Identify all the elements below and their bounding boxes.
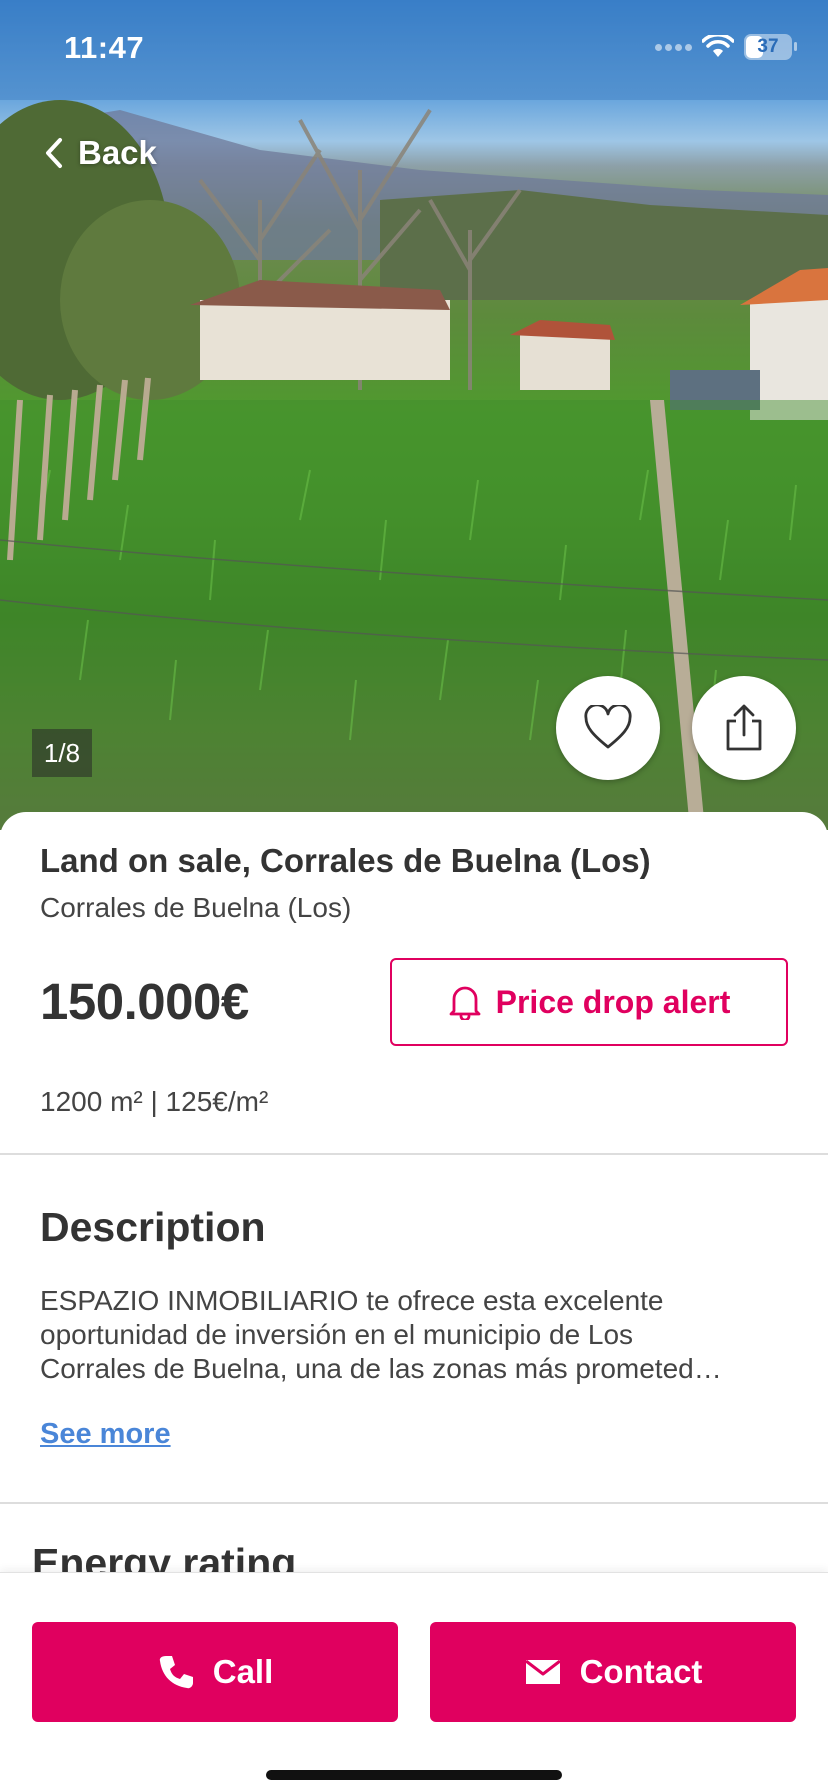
description-heading: Description [40, 1204, 266, 1250]
phone-icon [159, 1656, 193, 1689]
favorite-button[interactable] [556, 676, 660, 780]
price-drop-alert-label: Price drop alert [495, 983, 731, 1020]
call-button[interactable]: Call [32, 1622, 398, 1722]
heart-icon [584, 705, 632, 749]
home-indicator [266, 1770, 562, 1780]
share-button[interactable] [692, 676, 796, 780]
back-label: Back [78, 134, 157, 171]
description-line: ESPAZIO INMOBILIARIO te ofrece esta exce… [40, 1285, 664, 1316]
contact-label: Contact [579, 1653, 703, 1690]
section-divider [0, 1502, 828, 1504]
listing-price: 150.000€ [40, 973, 249, 1030]
chevron-left-icon [46, 138, 62, 168]
listing-title: Land on sale, Corrales de Buelna (Los) [40, 842, 651, 879]
size-and-price-per-m2: 1200 m² | 125€/m² [40, 1086, 269, 1117]
listing-location: Corrales de Buelna (Los) [40, 892, 352, 923]
share-icon [726, 704, 762, 751]
price-drop-alert-button[interactable]: Price drop alert [390, 958, 788, 1046]
bell-icon [449, 986, 481, 1020]
mail-icon [524, 1659, 561, 1684]
status-icons: 37 [655, 34, 797, 60]
description-line: Corrales de Buelna, una de las zonas más… [40, 1353, 722, 1384]
section-divider [0, 1153, 828, 1155]
cellular-signal-icon [655, 43, 692, 51]
photo-counter: 1/8 [32, 729, 92, 777]
contact-button[interactable]: Contact [430, 1622, 796, 1722]
back-button[interactable]: Back [44, 134, 157, 172]
listing-photo[interactable]: 11:47 37 Back 1/8 [0, 0, 828, 830]
description-line: oportunidad de inversión en el municipio… [40, 1319, 634, 1350]
energy-rating-heading: Energy rating [32, 1540, 297, 1572]
battery-icon: 37 [744, 34, 797, 60]
see-more-link[interactable]: See more [40, 1418, 171, 1451]
listing-details: Land on sale, Corrales de Buelna (Los) C… [0, 812, 828, 1572]
bottom-action-bar: Call Contact [0, 1572, 828, 1792]
battery-level: 37 [757, 36, 779, 57]
call-label: Call [212, 1653, 274, 1690]
description-text: ESPAZIO INMOBILIARIO te ofrece esta exce… [40, 1284, 792, 1386]
status-bar: 11:47 37 [0, 0, 828, 100]
wifi-icon [702, 35, 734, 57]
status-time: 11:47 [64, 30, 145, 65]
